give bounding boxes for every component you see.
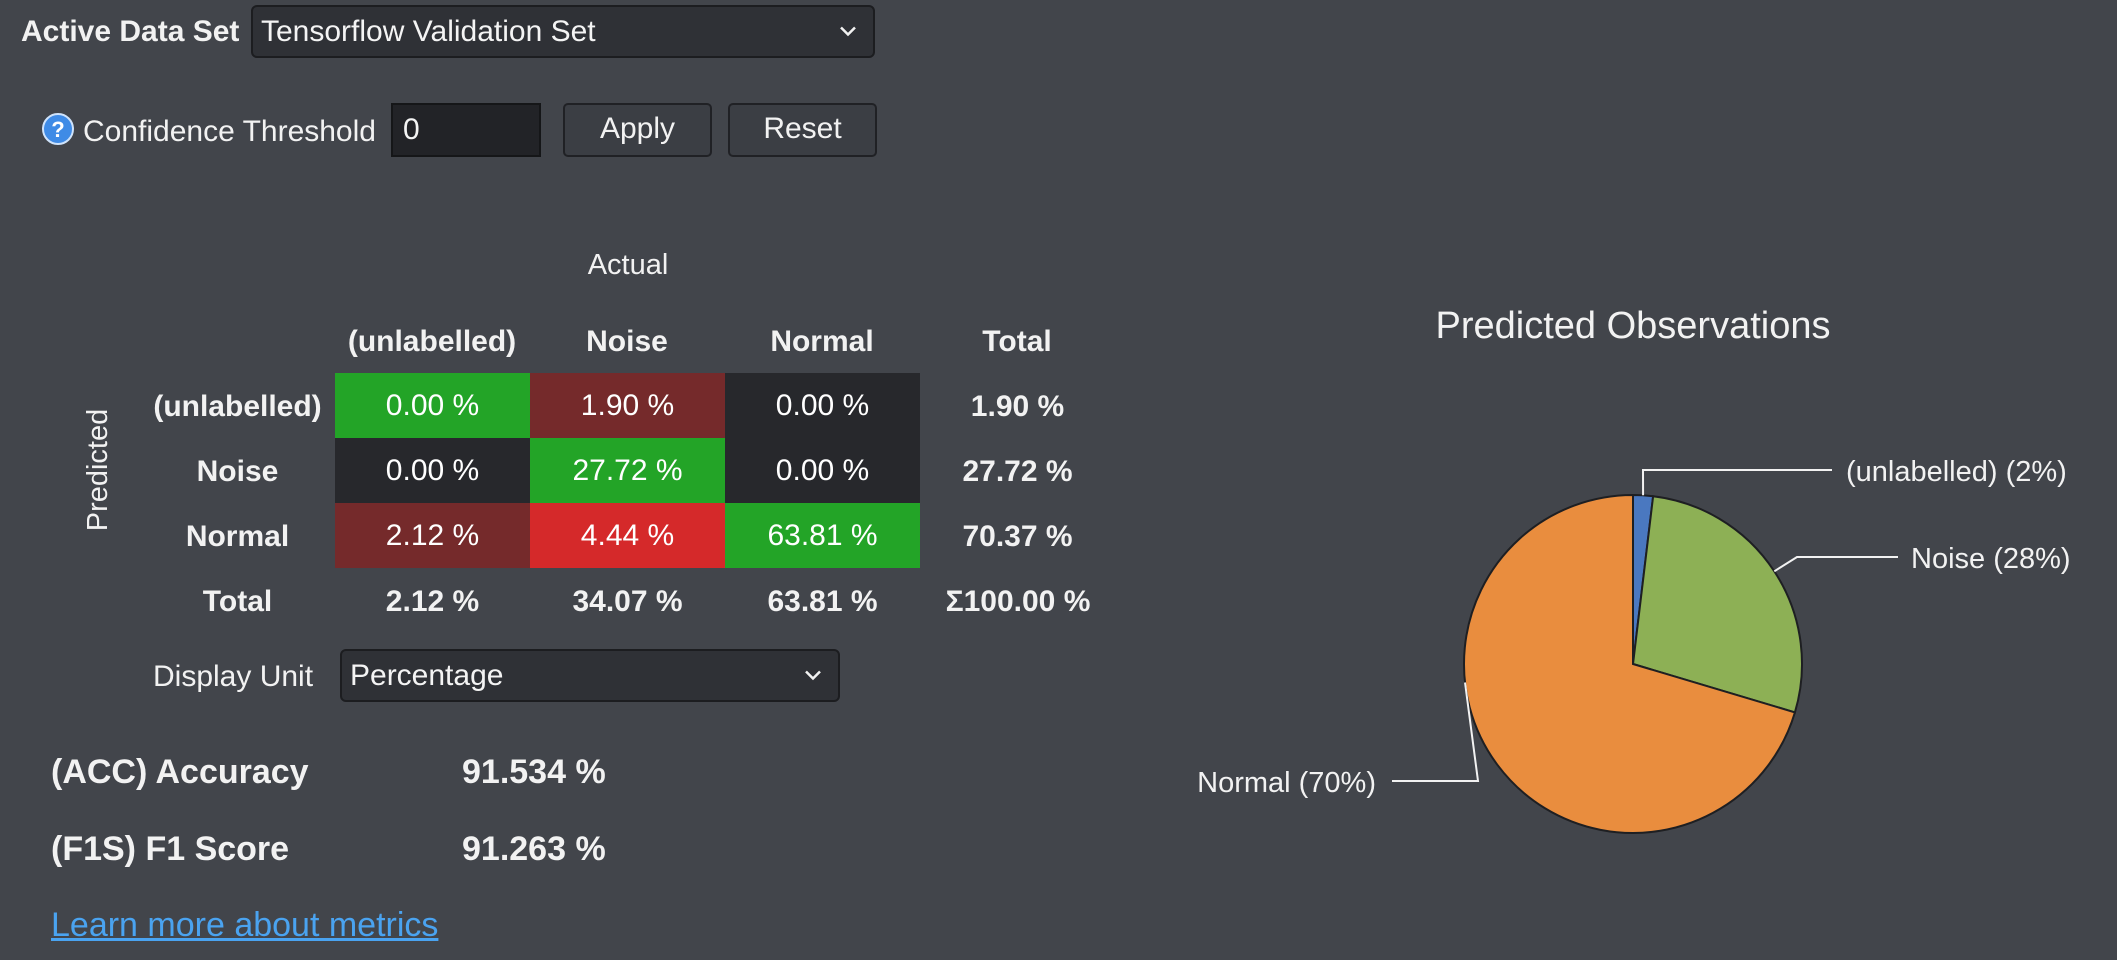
row-header-unlabelled: (unlabelled) <box>153 390 322 423</box>
matrix-cell: 1.90 % <box>530 373 725 438</box>
confidence-threshold-label: Confidence Threshold <box>83 115 376 148</box>
column-header-noise: Noise <box>586 325 668 358</box>
row-total: 70.37 % <box>962 520 1073 553</box>
chevron-down-icon <box>805 670 821 681</box>
column-header-unlabelled: (unlabelled) <box>347 325 517 358</box>
chevron-down-icon <box>840 26 856 37</box>
reset-button[interactable]: Reset <box>728 103 877 157</box>
confidence-threshold-input[interactable] <box>391 103 541 157</box>
display-unit-label: Display Unit <box>153 660 314 693</box>
row-header-noise: Noise <box>196 455 279 488</box>
pie-chart: (unlabelled) (2%) Noise (28%) Normal (70%) <box>1197 456 2071 834</box>
column-total: 34.07 % <box>572 585 683 618</box>
display-unit-select-value: Percentage <box>350 659 504 692</box>
f1-score-label: (F1S) F1 Score <box>51 830 290 868</box>
data-set-select-value: Tensorflow Validation Set <box>261 15 596 48</box>
accuracy-label: (ACC) Accuracy <box>51 753 309 791</box>
matrix-cell: 0.00 % <box>725 373 920 438</box>
display-unit-select[interactable]: Percentage <box>340 649 840 702</box>
pie-leader-line <box>1773 556 1898 573</box>
question-circle-icon[interactable]: ? <box>41 112 75 146</box>
actual-axis-title: Actual <box>587 249 669 281</box>
matrix-cell: 0.00 % <box>335 438 530 503</box>
pie-leader-line <box>1641 469 1832 496</box>
column-total: 2.12 % <box>385 585 480 618</box>
column-header-total: Total <box>982 325 1052 358</box>
accuracy-value: 91.534 % <box>462 753 606 791</box>
matrix-cell: 0.00 % <box>335 373 530 438</box>
predicted-axis-title: Predicted <box>82 408 114 532</box>
matrix-cell: 63.81 % <box>725 503 920 568</box>
column-total: 63.81 % <box>767 585 878 618</box>
pie-slice-label: (unlabelled) (2%) <box>1846 456 2067 488</box>
pie-leader-line <box>1392 682 1480 782</box>
column-header-normal: Normal <box>770 325 874 358</box>
pie-slice-label: Noise (28%) <box>1911 543 2071 575</box>
apply-button[interactable]: Apply <box>563 103 712 157</box>
matrix-cell: 4.44 % <box>530 503 725 568</box>
row-header-normal: Normal <box>185 520 290 553</box>
data-set-select[interactable]: Tensorflow Validation Set <box>251 5 875 58</box>
matrix-cell: 27.72 % <box>530 438 725 503</box>
row-total: 1.90 % <box>970 390 1065 423</box>
matrix-cell: 2.12 % <box>335 503 530 568</box>
learn-more-link[interactable]: Learn more about metrics <box>51 905 438 945</box>
grand-total: Σ100.00 % <box>945 585 1091 618</box>
matrix-cell: 0.00 % <box>725 438 920 503</box>
row-header-total: Total <box>202 585 273 618</box>
f1-score-value: 91.263 % <box>462 830 606 868</box>
row-total: 27.72 % <box>962 455 1073 488</box>
active-data-set-label: Active Data Set <box>21 15 240 48</box>
svg-text:?: ? <box>51 117 64 142</box>
pie-chart-title: Predicted Observations <box>1435 305 1831 347</box>
pie-slice-label: Normal (70%) <box>1197 767 1376 799</box>
